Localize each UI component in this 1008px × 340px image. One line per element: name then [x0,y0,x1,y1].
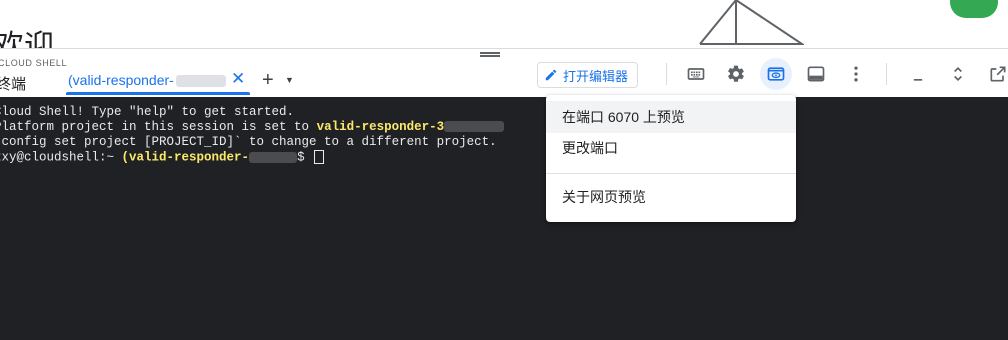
chevron-down-icon[interactable]: ▼ [285,75,294,85]
page-heading: 欢迎 [0,30,54,50]
active-tab-indicator [66,92,250,95]
illustration-triangle [699,0,804,45]
open-editor-label: 打开编辑器 [563,68,629,84]
add-tab-button[interactable]: + [262,69,274,92]
menu-divider [546,173,796,174]
green-action-button[interactable] [950,0,998,18]
open-new-window-icon[interactable] [982,58,1008,90]
open-editor-button[interactable]: 打开编辑器 [537,62,639,88]
terminal-cursor [314,150,325,164]
keyboard-icon[interactable] [680,58,712,90]
tab-label: (valid-responder- [68,72,226,88]
terminal[interactable]: Cloud Shell! Type "help" to get started.… [0,97,1008,340]
page-top: 欢迎 [0,0,1008,50]
close-icon[interactable]: ✕ [231,69,245,89]
gear-icon[interactable] [720,58,752,90]
redacted-blur [175,75,226,88]
terminal-line: Cloud Shell! Type "help" to get started. [0,105,295,119]
redacted-blur [249,151,298,163]
terminal-line: Platform project in this session is set … [0,120,505,135]
cloud-shell-header: CLOUD SHELL 终端 (valid-responder- ✕ + ▼ 打… [0,48,1008,97]
resize-handle[interactable] [480,52,500,57]
expand-icon[interactable] [942,58,974,90]
divider [886,63,887,85]
more-vert-icon[interactable] [840,58,872,90]
panel-title: CLOUD SHELL [0,58,68,68]
menu-item-change-port[interactable]: 更改端口 [546,132,796,164]
redacted-blur [444,121,505,133]
terminal-prompt: zxy@cloudshell:~ (valid-responder- $ [0,150,325,165]
web-preview-menu: 在端口 6070 上预览 更改端口 关于网页预览 [546,95,796,222]
panel-icon[interactable] [800,58,832,90]
terminal-line: config set project [PROJECT_ID]` to chan… [0,135,497,149]
menu-item-preview-port[interactable]: 在端口 6070 上预览 [546,101,796,133]
divider [666,63,667,85]
panel-subtitle: 终端 [0,76,27,93]
terminal-tab[interactable]: (valid-responder- ✕ [60,65,250,95]
web-preview-icon[interactable] [760,58,792,90]
pencil-icon [545,69,557,81]
menu-item-about-preview[interactable]: 关于网页预览 [546,181,796,213]
minimize-icon[interactable] [902,58,934,90]
